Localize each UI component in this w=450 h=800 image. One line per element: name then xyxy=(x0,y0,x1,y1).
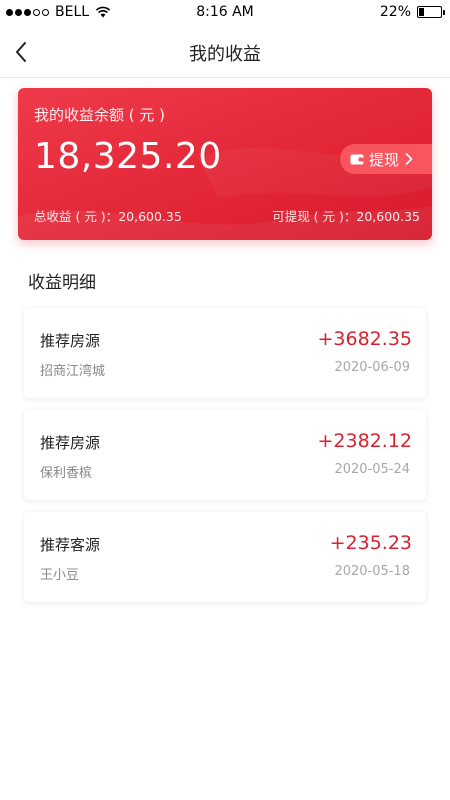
item-date: 2020-05-18 xyxy=(334,564,410,579)
item-name: 招商江湾城 xyxy=(40,364,106,379)
withdrawable-value: 20,600.35 xyxy=(356,209,420,224)
navigation-bar: 我的收益 xyxy=(0,26,450,78)
page-title: 我的收益 xyxy=(189,44,261,65)
wallet-icon xyxy=(350,154,364,165)
withdrawable-label: 可提现 ( 元 )： xyxy=(272,209,357,224)
item-date: 2020-05-24 xyxy=(334,462,410,477)
balance-label: 我的收益余额 ( 元 ) xyxy=(34,106,166,124)
withdraw-button[interactable]: 提现 xyxy=(340,144,432,174)
item-amount: +2382.12 xyxy=(317,430,413,452)
battery-status: 22% xyxy=(379,4,445,20)
item-name: 王小豆 xyxy=(40,568,80,583)
income-item[interactable]: 推荐房源 招商江湾城 +3682.35 2020-06-09 xyxy=(24,308,426,398)
battery-icon xyxy=(417,6,445,18)
balance-card: 我的收益余额 ( 元 ) 18,325.20 提现 总收益 ( 元 )：20,6… xyxy=(18,88,432,240)
battery-level-fill xyxy=(419,8,424,16)
item-amount: +3682.35 xyxy=(317,328,413,350)
income-item[interactable]: 推荐客源 王小豆 +235.23 2020-05-18 xyxy=(24,512,426,602)
total-income-value: 20,600.35 xyxy=(118,209,182,224)
section-title-income-details: 收益明细 xyxy=(28,273,96,293)
item-name: 保利香槟 xyxy=(40,466,93,481)
item-type: 推荐房源 xyxy=(40,434,101,452)
balance-amount: 18,325.20 xyxy=(34,136,222,177)
status-bar: BELL 8:16 AM 22% xyxy=(0,0,450,26)
item-date: 2020-06-09 xyxy=(334,360,410,375)
income-item[interactable]: 推荐房源 保利香槟 +2382.12 2020-05-24 xyxy=(24,410,426,500)
total-income-label: 总收益 ( 元 )： xyxy=(34,209,119,224)
item-amount: +235.23 xyxy=(329,532,412,554)
chevron-right-icon xyxy=(405,153,413,165)
item-type: 推荐房源 xyxy=(40,332,101,350)
total-income: 总收益 ( 元 )：20,600.35 xyxy=(34,206,182,225)
withdrawable-amount: 可提现 ( 元 )：20,600.35 xyxy=(272,206,420,225)
battery-percent: 22% xyxy=(379,4,411,20)
withdraw-label: 提现 xyxy=(369,150,400,169)
item-type: 推荐客源 xyxy=(40,536,101,554)
